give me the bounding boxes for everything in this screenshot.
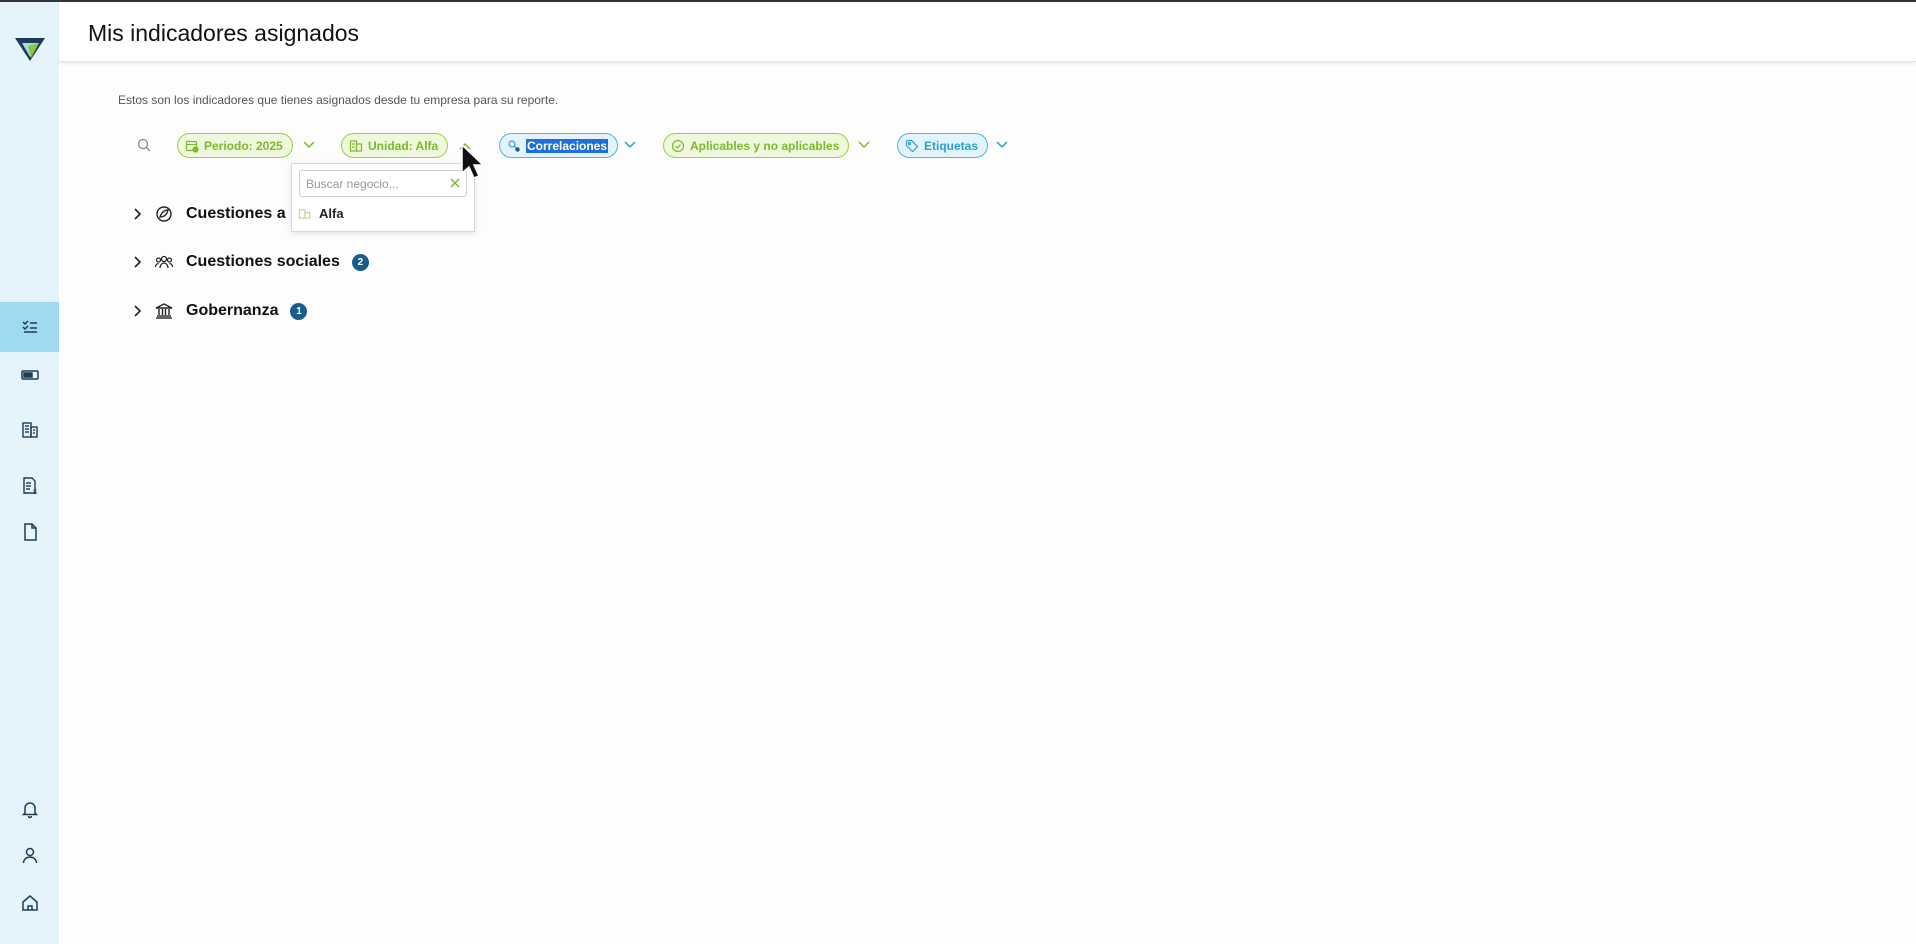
sidebar-item-notifications[interactable] xyxy=(0,784,59,834)
people-icon xyxy=(154,255,174,269)
applicable-chevron-down-icon[interactable] xyxy=(857,139,871,151)
sidebar-item-home[interactable] xyxy=(0,878,59,928)
app-logo-icon[interactable] xyxy=(14,34,46,64)
home-icon xyxy=(21,895,38,911)
group-label: Gobernanza xyxy=(186,302,279,319)
page-title: Mis indicadores asignados xyxy=(88,20,360,46)
unit-dropdown: Alfa xyxy=(291,163,475,232)
sidebar-item-buildings[interactable] xyxy=(0,405,59,455)
institution-icon xyxy=(155,303,173,319)
group-label: Cuestiones a xyxy=(186,205,286,222)
dropdown-option[interactable]: Alfa xyxy=(298,202,344,224)
business-search-input[interactable] xyxy=(299,170,467,197)
tag-icon xyxy=(905,139,919,152)
chevron-right-icon[interactable] xyxy=(130,255,144,269)
sidebar: $ xyxy=(0,2,59,944)
unit-filter-label: Unidad: Alfa xyxy=(368,138,439,153)
page-subtitle: Estos son los indicadores que tienes asi… xyxy=(118,93,559,107)
group-label: Cuestiones sociales xyxy=(186,253,340,270)
unit-chevron-up-icon[interactable] xyxy=(458,140,472,152)
building-icon xyxy=(349,139,363,152)
period-chevron-down-icon[interactable] xyxy=(302,139,316,151)
check-circle-icon xyxy=(671,139,685,152)
bell-icon xyxy=(21,802,38,819)
count-badge: 2 xyxy=(351,253,369,271)
period-filter-chip[interactable]: Periodo: 2025 xyxy=(177,133,293,158)
unit-filter-chip[interactable]: Unidad: Alfa xyxy=(341,133,449,158)
leaf-icon xyxy=(156,206,172,222)
sidebar-item-documents[interactable] xyxy=(0,507,59,557)
applicable-filter-label: Aplicables y no aplicables xyxy=(690,138,840,153)
building-icon xyxy=(21,422,38,438)
chevron-right-icon[interactable] xyxy=(130,304,144,318)
applicable-filter-chip[interactable]: Aplicables y no aplicables xyxy=(663,133,850,158)
invoice-icon: $ xyxy=(22,477,37,496)
search-link-icon xyxy=(508,139,520,152)
calendar-icon xyxy=(185,140,199,153)
group-row-environmental[interactable]: Cuestiones a xyxy=(130,199,286,229)
close-icon[interactable] xyxy=(448,176,462,190)
tags-chevron-down-icon[interactable] xyxy=(995,139,1009,151)
page-header: Mis indicadores asignados xyxy=(59,2,1916,62)
checklist-icon xyxy=(21,320,37,333)
count-badge: 1 xyxy=(290,302,308,320)
dropdown-option-label: Alfa xyxy=(319,205,344,221)
svg-text:$: $ xyxy=(33,489,37,496)
period-filter-label: Periodo: 2025 xyxy=(204,138,283,153)
group-row-social[interactable]: Cuestiones sociales 2 xyxy=(130,247,369,277)
group-row-governance[interactable]: Gobernanza 1 xyxy=(130,296,308,326)
card-icon xyxy=(20,370,39,380)
correlations-chevron-down-icon[interactable] xyxy=(623,139,637,151)
sidebar-item-cards[interactable] xyxy=(0,350,59,400)
tags-filter-label: Etiquetas xyxy=(924,138,979,153)
correlations-filter-chip[interactable]: Correlaciones xyxy=(499,133,619,158)
document-icon xyxy=(23,523,37,541)
sidebar-item-profile[interactable] xyxy=(0,830,59,880)
sidebar-item-indicators[interactable] xyxy=(0,302,59,352)
tags-filter-chip[interactable]: Etiquetas xyxy=(897,133,989,158)
building-icon xyxy=(298,208,311,219)
chevron-right-icon[interactable] xyxy=(130,207,144,221)
user-icon xyxy=(22,847,37,864)
correlations-filter-label: Correlaciones xyxy=(526,138,609,153)
search-icon[interactable] xyxy=(136,137,152,153)
sidebar-item-invoices[interactable]: $ xyxy=(0,461,59,511)
